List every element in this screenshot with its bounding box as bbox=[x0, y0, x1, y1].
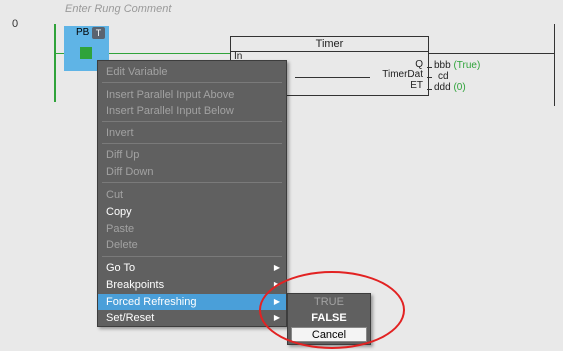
timerdat-input-wire bbox=[295, 77, 370, 78]
rung-wire-mid bbox=[109, 53, 230, 54]
timer-timerdat-pin: TimerDat bbox=[382, 69, 423, 80]
menu-go-to[interactable]: Go To ▶ bbox=[98, 260, 286, 276]
menu-set-reset-label: Set/Reset bbox=[106, 312, 155, 324]
rung-wire-left bbox=[55, 53, 64, 54]
menu-diff-down: Diff Down bbox=[106, 166, 154, 178]
rung-wire-right bbox=[427, 53, 554, 54]
menu-insert-parallel-above: Insert Parallel Input Above bbox=[106, 89, 235, 101]
q-output-wire bbox=[427, 67, 432, 68]
et-variable: ddd bbox=[434, 82, 451, 93]
forced-refresh-icon: T bbox=[92, 27, 105, 39]
rung-number: 0 bbox=[12, 18, 19, 30]
menu-insert-parallel-below: Insert Parallel Input Below bbox=[106, 105, 234, 117]
right-power-rail bbox=[554, 24, 555, 106]
timer-title-divider bbox=[231, 51, 428, 52]
menu-separator bbox=[102, 143, 282, 144]
menu-copy[interactable]: Copy bbox=[98, 204, 286, 220]
rung-comment[interactable]: Enter Rung Comment bbox=[65, 3, 171, 15]
menu-forced-refreshing[interactable]: Forced Refreshing ▶ bbox=[98, 294, 286, 310]
menu-breakpoints-label: Breakpoints bbox=[106, 279, 165, 291]
et-output[interactable]: ddd (0) bbox=[434, 82, 466, 93]
menu-separator bbox=[102, 82, 282, 83]
left-power-rail bbox=[54, 24, 56, 102]
contact-label: PB bbox=[76, 27, 90, 38]
q-value: (True) bbox=[453, 60, 481, 71]
timerdat-variable: cd bbox=[438, 71, 449, 82]
menu-paste: Paste bbox=[106, 223, 135, 235]
menu-diff-up: Diff Up bbox=[106, 149, 140, 161]
menu-separator bbox=[102, 256, 282, 257]
context-menu: Edit Variable Insert Parallel Input Abov… bbox=[97, 60, 287, 327]
ladder-editor: 0 Enter Rung Comment PB T Timer In Q Tim… bbox=[0, 0, 563, 351]
submenu-arrow-icon: ▶ bbox=[273, 263, 280, 272]
menu-separator bbox=[102, 182, 282, 183]
menu-delete: Delete bbox=[106, 239, 138, 251]
et-output-wire bbox=[427, 89, 432, 90]
timerdat-output-wire bbox=[427, 77, 432, 78]
q-output[interactable]: bbb (True) bbox=[434, 60, 480, 71]
menu-invert: Invert bbox=[106, 127, 134, 139]
contact-symbol bbox=[80, 47, 92, 59]
timer-et-pin: ET bbox=[410, 80, 423, 91]
annotation-circle bbox=[259, 271, 405, 349]
menu-set-reset[interactable]: Set/Reset ▶ bbox=[98, 310, 286, 326]
menu-breakpoints[interactable]: Breakpoints ▶ bbox=[98, 277, 286, 293]
timer-title: Timer bbox=[315, 38, 344, 50]
menu-go-to-label: Go To bbox=[106, 262, 136, 274]
q-variable: bbb bbox=[434, 60, 451, 71]
menu-separator bbox=[102, 121, 282, 122]
menu-cut: Cut bbox=[106, 189, 124, 201]
et-value: (0) bbox=[453, 82, 466, 93]
menu-edit-variable: Edit Variable bbox=[106, 66, 168, 78]
menu-forced-refreshing-label: Forced Refreshing bbox=[106, 296, 197, 308]
timerdat-output[interactable]: cd bbox=[438, 71, 449, 82]
